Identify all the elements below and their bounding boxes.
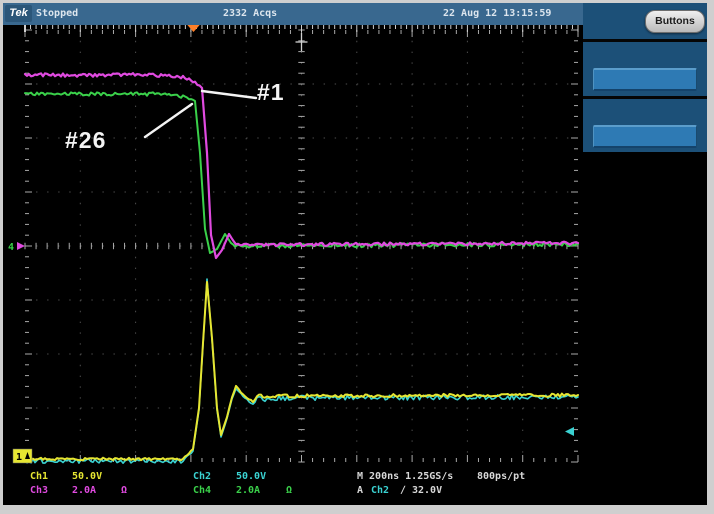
ch1-trace	[25, 282, 578, 460]
ch2-trace	[25, 279, 578, 463]
buttons-button[interactable]: Buttons	[645, 10, 705, 33]
datetime-display: 22 Aug 12 13:15:59	[443, 8, 551, 19]
ch2-label: Ch2	[193, 471, 211, 482]
timebase-readout: M 200ns 1.25GS/s	[357, 471, 453, 482]
trigger-slope-icon: ∕	[400, 485, 406, 496]
oscilloscope-screen: 4 1 Tek Stopped 2332 Acqs 22 Aug 12 13:15…	[3, 3, 707, 505]
annotation-callout-line	[145, 104, 192, 137]
acquisition-status: Stopped	[36, 8, 78, 19]
menu-button-2[interactable]	[593, 125, 697, 148]
resolution-readout: 800ps/pt	[477, 471, 525, 482]
svg-text:1: 1	[16, 452, 22, 463]
trigger-level-arrow-icon	[565, 427, 574, 436]
acquisition-count: 2332 Acqs	[223, 8, 277, 19]
annotation-callout-line	[202, 91, 256, 98]
tek-logo: Tek	[5, 5, 32, 22]
ch2-scale: 50.0V	[236, 471, 266, 482]
ch3-scale: 2.0A	[72, 485, 96, 496]
annotation-label-26: #26	[65, 127, 106, 154]
ch3-ohm-icon: Ω	[121, 485, 127, 496]
trigger-prefix: A	[357, 485, 363, 496]
ch4-scale: 2.0A	[236, 485, 260, 496]
sidebar-divider	[583, 96, 707, 99]
trigger-source: Ch2	[371, 485, 389, 496]
ch4-label: Ch4	[193, 485, 211, 496]
screenshot-frame: 4 1 Tek Stopped 2332 Acqs 22 Aug 12 13:15…	[0, 0, 714, 514]
ch1-scale: 50.0V	[72, 471, 102, 482]
ch3-ground-marker	[17, 242, 25, 250]
ch4-ground-marker: 4	[8, 242, 14, 253]
sidebar-divider	[583, 39, 707, 42]
annotation-label-1: #1	[257, 79, 285, 106]
trigger-level: 32.0V	[412, 485, 442, 496]
ch1-label: Ch1	[30, 471, 48, 482]
ch3-trace	[25, 73, 578, 258]
ch4-ohm-icon: Ω	[286, 485, 292, 496]
ch3-label: Ch3	[30, 485, 48, 496]
menu-button-1[interactable]	[593, 68, 697, 91]
